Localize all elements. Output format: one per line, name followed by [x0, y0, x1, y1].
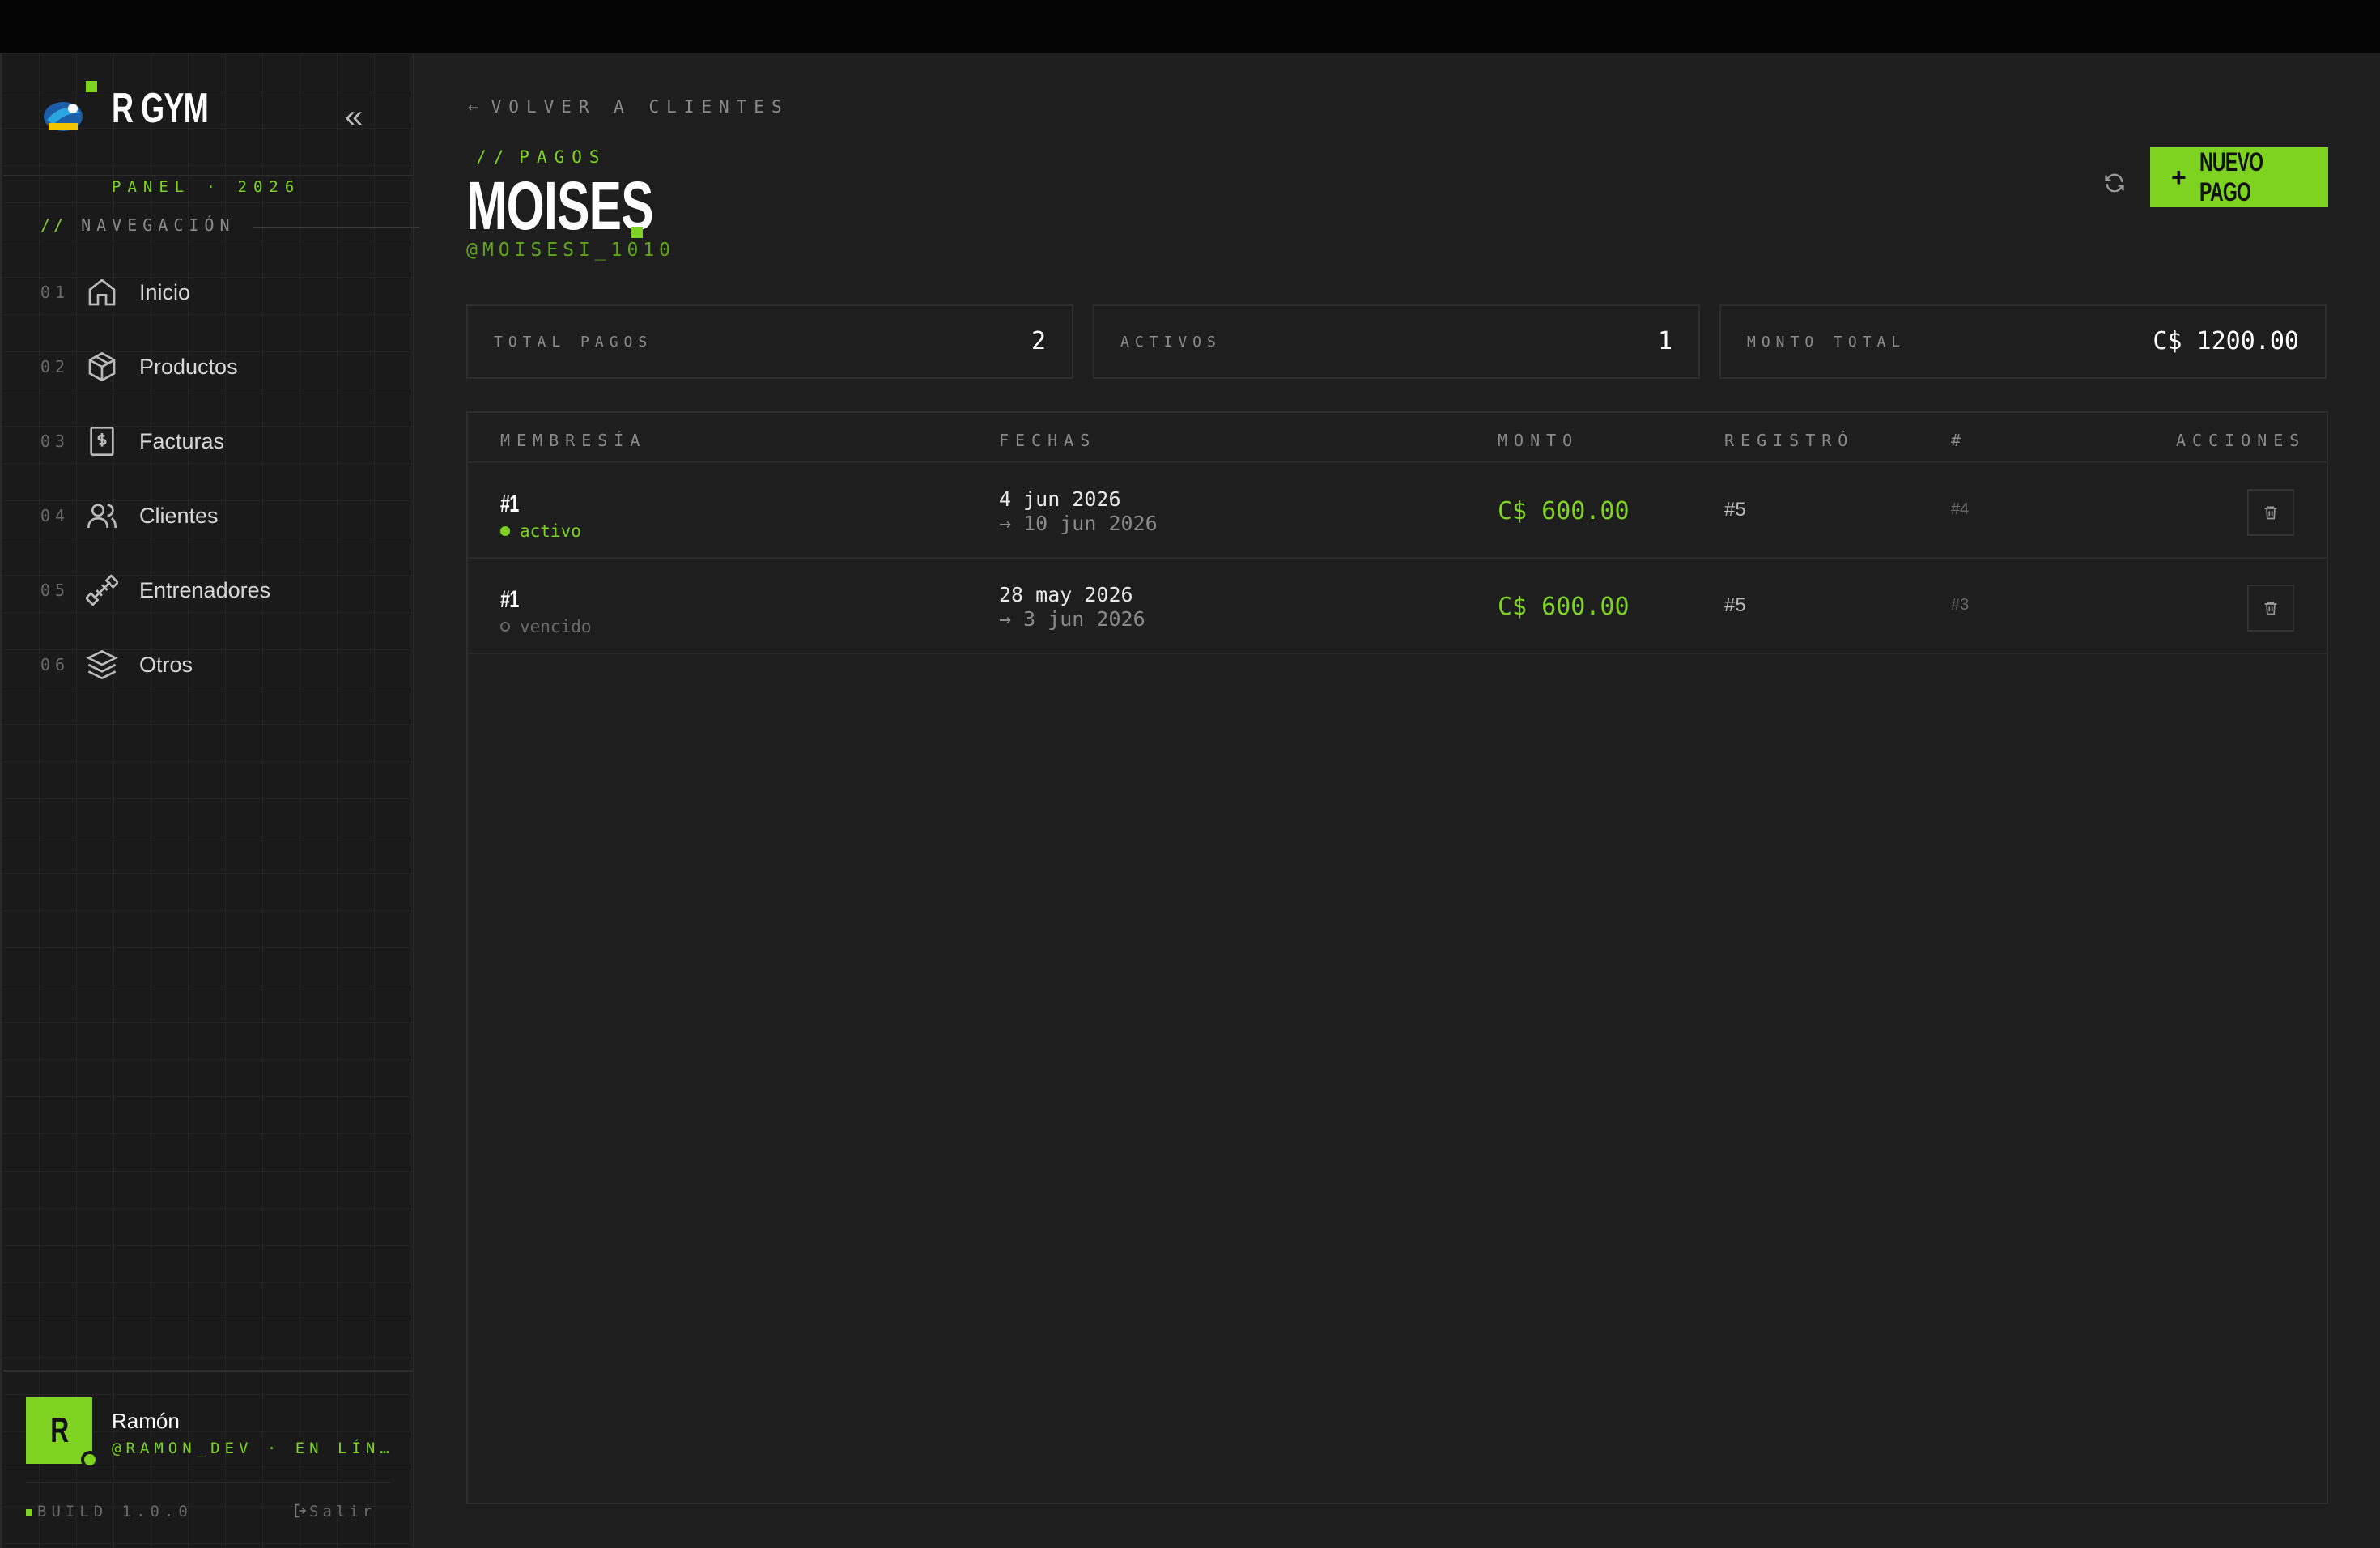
- nav-number: 03: [40, 432, 70, 451]
- user-card[interactable]: R Ramón @RAMON_DEV · EN LÍN…: [26, 1397, 398, 1470]
- registered-by: #5: [1724, 594, 1746, 616]
- brand-title: R GYM: [112, 85, 209, 132]
- dumbbell-icon: [86, 574, 118, 606]
- brand-subtitle: PANEL · 2026: [112, 178, 301, 196]
- avatar: R: [26, 1397, 99, 1469]
- user-name: Ramón: [112, 1409, 180, 1433]
- page-title: MOISES: [466, 168, 654, 244]
- stat-activos: ACTIVOS 1: [1093, 304, 1700, 379]
- refresh-button[interactable]: [2090, 159, 2139, 207]
- stat-monto-total: MONTO TOTAL C$ 1200.00: [1719, 304, 2327, 379]
- nav-number: 05: [40, 580, 70, 600]
- payments-table: MEMBRESÍA FECHAS MONTO REGISTRÓ # ACCION…: [466, 411, 2328, 1504]
- plus-icon: +: [2171, 162, 2187, 192]
- start-date: 4 jun 2026: [999, 487, 1121, 511]
- sidebar-item-facturas[interactable]: 03 Facturas: [40, 413, 397, 470]
- end-date: → 3 jun 2026: [999, 607, 1145, 631]
- stat-value: 2: [1031, 327, 1046, 355]
- stat-label: ACTIVOS: [1120, 334, 1222, 351]
- app-root: R GYM PANEL · 2026 « //NAVEGACIÓN 01 Ini…: [0, 53, 2380, 1548]
- column-header-id: #: [1951, 431, 1968, 450]
- sidebar: R GYM PANEL · 2026 « //NAVEGACIÓN 01 Ini…: [0, 53, 419, 1548]
- trash-icon: [2264, 602, 2277, 615]
- stat-label: TOTAL PAGOS: [494, 334, 653, 351]
- home-icon: [88, 279, 116, 306]
- layers-icon: [86, 649, 118, 680]
- delete-button[interactable]: [2247, 489, 2294, 536]
- user-handle: @RAMON_DEV · EN LÍN…: [112, 1440, 394, 1457]
- stat-value: 1: [1657, 327, 1672, 355]
- divider: [26, 1482, 390, 1483]
- amount: C$ 600.00: [1498, 497, 1630, 525]
- sidebar-item-otros[interactable]: 06 Otros: [40, 636, 397, 693]
- gym-logo-icon: [42, 81, 97, 138]
- amount: C$ 600.00: [1498, 593, 1630, 621]
- delete-button[interactable]: [2247, 585, 2294, 632]
- sidebar-item-label: Productos: [139, 354, 238, 379]
- back-to-clients-link[interactable]: ← VOLVER A CLIENTES: [468, 97, 789, 117]
- logout-icon: [295, 1503, 307, 1518]
- logout-button[interactable]: Salir: [293, 1503, 376, 1520]
- sidebar-item-inicio[interactable]: 01 Inicio: [40, 264, 397, 321]
- stat-value: C$ 1200.00: [2153, 327, 2299, 355]
- box-icon: [88, 351, 116, 382]
- client-handle: @MOISESI_1010: [466, 240, 676, 261]
- sidebar-item-clientes[interactable]: 04 Clientes: [40, 487, 397, 544]
- table-row[interactable]: #1 activo 4 jun 2026 → 10 jun 2026 C$ 60…: [468, 463, 2327, 557]
- sidebar-item-label: Entrenadores: [139, 577, 271, 602]
- window-top-bar: [0, 0, 2380, 53]
- end-date: → 10 jun 2026: [999, 512, 1158, 535]
- nav-number: 06: [40, 655, 70, 674]
- status-badge: vencido: [500, 617, 592, 636]
- collapse-sidebar-icon[interactable]: «: [345, 99, 363, 135]
- sidebar-item-label: Inicio: [139, 279, 191, 304]
- column-header-registro: REGISTRÓ: [1724, 431, 1855, 450]
- refresh-icon: [2105, 173, 2124, 193]
- online-status-dot: [81, 1451, 99, 1469]
- divider: [468, 653, 2327, 654]
- stat-total-pagos: TOTAL PAGOS 2: [466, 304, 1073, 379]
- build-version: BUILD 1.0.0: [26, 1503, 193, 1520]
- sidebar-item-label: Facturas: [139, 428, 225, 453]
- nav-number: 01: [40, 283, 70, 302]
- membership-id: #1: [500, 491, 519, 517]
- divider: [3, 1370, 414, 1372]
- nav-number: 02: [40, 357, 70, 376]
- column-header-acciones: ACCIONES: [2176, 431, 2306, 450]
- trash-icon: [2264, 506, 2277, 520]
- nav-heading: //NAVEGACIÓN: [40, 215, 419, 235]
- column-header-monto: MONTO: [1498, 431, 1579, 450]
- sidebar-item-productos[interactable]: 02 Productos: [40, 338, 397, 395]
- divider: [3, 175, 414, 176]
- arrow-left-icon: ←: [468, 97, 478, 117]
- payment-id: #3: [1951, 596, 1970, 614]
- column-header-membresia: MEMBRESÍA: [500, 431, 647, 450]
- start-date: 28 may 2026: [999, 583, 1133, 606]
- registered-by: #5: [1724, 499, 1746, 521]
- status-badge: activo: [500, 521, 581, 541]
- table-row[interactable]: #1 vencido 28 may 2026 → 3 jun 2026 C$ 6…: [468, 559, 2327, 653]
- main-content: ← VOLVER A CLIENTES //PAGOS MOISES @MOISE…: [414, 53, 2380, 1548]
- nav-number: 04: [40, 506, 70, 525]
- section-tag: //PAGOS: [476, 147, 607, 167]
- users-icon: [87, 504, 117, 529]
- new-payment-button[interactable]: + NUEVO PAGO: [2150, 147, 2328, 207]
- sidebar-item-label: Clientes: [139, 503, 219, 528]
- invoice-icon: [90, 427, 114, 456]
- sidebar-item-entrenadores[interactable]: 05 Entrenadores: [40, 562, 397, 619]
- payment-id: #4: [1951, 500, 1970, 518]
- stat-label: MONTO TOTAL: [1747, 334, 1906, 351]
- sidebar-item-label: Otros: [139, 652, 193, 677]
- membership-id: #1: [500, 586, 519, 613]
- column-header-fechas: FECHAS: [999, 431, 1097, 450]
